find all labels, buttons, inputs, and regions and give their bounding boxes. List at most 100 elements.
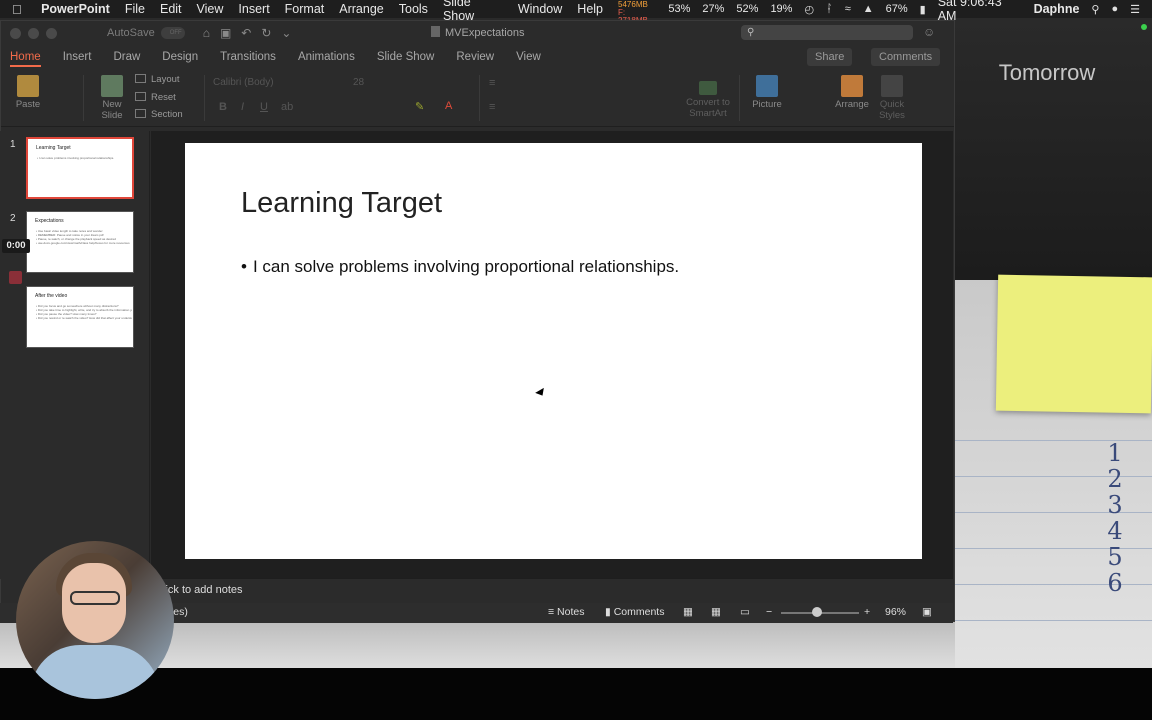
normal-view-icon[interactable]: ▦	[683, 606, 693, 618]
menu-edit[interactable]: Edit	[160, 2, 182, 16]
notes-toggle-button[interactable]: ≡ Notes	[548, 606, 584, 618]
volume-icon[interactable]: ▲	[863, 3, 874, 15]
zoom-window-button[interactable]	[46, 27, 57, 39]
recording-timer: 0:00	[2, 239, 30, 253]
menu-help[interactable]: Help	[577, 2, 603, 16]
slide-canvas[interactable]: Learning Target • I can solve problems in…	[185, 143, 922, 559]
menu-tools[interactable]: Tools	[399, 2, 428, 16]
share-label: Share	[815, 51, 845, 63]
highlight-color-icon[interactable]: ✎	[415, 100, 424, 113]
spotlight-search-icon[interactable]: ⚲	[1091, 3, 1099, 16]
zoom-in-icon[interactable]: +	[864, 606, 870, 618]
arrange-button[interactable]: Arrange	[833, 75, 871, 110]
fit-to-window-icon[interactable]: ▣	[922, 606, 932, 618]
user-menu[interactable]: Daphne	[1034, 2, 1080, 16]
quick-styles-label-2: Styles	[879, 110, 905, 121]
convert-label-1: Convert to	[686, 97, 730, 108]
underline-icon[interactable]: U	[260, 101, 268, 113]
sticky-note	[995, 274, 1152, 414]
tab-animations[interactable]: Animations	[298, 51, 355, 63]
quick-styles-button[interactable]: Quick Styles	[875, 75, 909, 121]
wifi-icon[interactable]: ≈	[845, 3, 851, 15]
slide-title[interactable]: Learning Target	[241, 187, 442, 220]
smartart-icon	[699, 81, 717, 95]
menu-file[interactable]: File	[125, 2, 145, 16]
digit: 5	[1107, 543, 1123, 571]
apple-icon[interactable]: 	[12, 2, 33, 17]
tab-view[interactable]: View	[516, 51, 541, 63]
stat-2[interactable]: 27%	[702, 3, 724, 15]
menu-window[interactable]: Window	[518, 2, 562, 16]
comments-toggle-button[interactable]: ▮ Comments	[605, 606, 664, 618]
tab-slide-show[interactable]: Slide Show	[377, 51, 435, 63]
stat-3[interactable]: 52%	[736, 3, 758, 15]
bold-icon[interactable]: B	[219, 101, 227, 113]
customize-toolbar-icon[interactable]: ⌄	[281, 26, 291, 40]
section-icon	[135, 109, 146, 118]
italic-icon[interactable]: I	[241, 101, 244, 113]
paste-button[interactable]: Paste	[11, 75, 45, 110]
slide-thumbnail-2[interactable]: Expectations • Use basic video length to…	[26, 211, 134, 273]
share-button[interactable]: Share	[807, 48, 853, 66]
bullets-icon[interactable]: ≡	[489, 77, 495, 89]
zoom-out-icon[interactable]: −	[766, 606, 772, 618]
zoom-level[interactable]: 96%	[885, 606, 906, 618]
align-left-icon[interactable]: ≡	[489, 101, 495, 113]
layout-button[interactable]: Layout	[135, 74, 180, 85]
close-window-button[interactable]	[10, 27, 21, 39]
notification-center-icon[interactable]: ☰	[1130, 3, 1140, 16]
layout-label: Layout	[151, 74, 180, 85]
strikethrough-icon[interactable]: ab	[281, 101, 293, 113]
reading-view-icon[interactable]: ▭	[740, 606, 750, 618]
battery-icon[interactable]: ▮	[920, 3, 926, 16]
bullet-dot: •	[241, 257, 247, 276]
comments-button[interactable]: Comments	[871, 48, 941, 66]
picture-button[interactable]: Picture	[750, 75, 784, 110]
tab-review[interactable]: Review	[456, 51, 494, 63]
bluetooth-icon[interactable]: ᛛ	[826, 3, 833, 15]
new-slide-button[interactable]: New Slide	[94, 75, 130, 121]
quick-styles-label-1: Quick	[879, 99, 905, 110]
ribbon: Paste New Slide Layout Reset Section Cal…	[1, 69, 954, 127]
notes-pane[interactable]: lick to add notes	[151, 578, 953, 600]
reset-button[interactable]: Reset	[135, 92, 176, 103]
slide-thumbnail-1[interactable]: Learning Target • I can solve problems i…	[26, 137, 134, 199]
tab-home[interactable]: Home	[10, 51, 41, 67]
undo-icon[interactable]: ↶	[241, 26, 251, 40]
menu-arrange[interactable]: Arrange	[339, 2, 383, 16]
stat-cpu[interactable]: 53%	[668, 3, 690, 15]
document-title: MVExpectations	[431, 26, 524, 39]
tab-draw[interactable]: Draw	[113, 51, 140, 63]
home-icon[interactable]: ⌂	[203, 26, 210, 40]
slide-bullet-text: I can solve problems involving proportio…	[252, 257, 680, 276]
feedback-smiley-icon[interactable]: ☺	[923, 25, 935, 39]
siri-icon[interactable]: ●	[1111, 3, 1118, 15]
font-color-icon[interactable]: A	[445, 100, 452, 112]
search-input[interactable]: ⚲	[741, 25, 913, 40]
menu-view[interactable]: View	[197, 2, 224, 16]
convert-to-smartart-button[interactable]: Convert to SmartArt	[684, 81, 732, 119]
tab-insert[interactable]: Insert	[63, 51, 92, 63]
battery-percent[interactable]: 67%	[886, 3, 908, 15]
autosave-toggle[interactable]: OFF	[160, 27, 185, 39]
zoom-slider-handle[interactable]	[812, 607, 822, 617]
font-name-select[interactable]: Calibri (Body)	[213, 77, 349, 91]
paste-icon	[17, 75, 39, 97]
menu-insert[interactable]: Insert	[238, 2, 269, 16]
comments-status-label: Comments	[613, 606, 665, 618]
minimize-window-button[interactable]	[28, 27, 39, 39]
tab-transitions[interactable]: Transitions	[220, 51, 276, 63]
slide-sorter-icon[interactable]: ▦	[711, 606, 721, 618]
record-stop-icon[interactable]	[9, 271, 22, 284]
tab-design[interactable]: Design	[162, 51, 198, 63]
section-button[interactable]: Section	[135, 109, 183, 120]
slide-bullet[interactable]: • I can solve problems involving proporti…	[241, 257, 679, 277]
stat-4[interactable]: 19%	[770, 3, 792, 15]
menu-format[interactable]: Format	[285, 2, 325, 16]
redo-icon[interactable]: ↻	[261, 26, 271, 40]
save-icon[interactable]: ▣	[220, 26, 231, 40]
time-machine-icon[interactable]: ◴	[804, 3, 814, 16]
slide-thumbnail-3[interactable]: After the video • Did you focus and go s…	[26, 286, 134, 348]
font-size-select[interactable]: 28	[353, 77, 393, 91]
app-menu[interactable]: PowerPoint	[41, 2, 110, 16]
